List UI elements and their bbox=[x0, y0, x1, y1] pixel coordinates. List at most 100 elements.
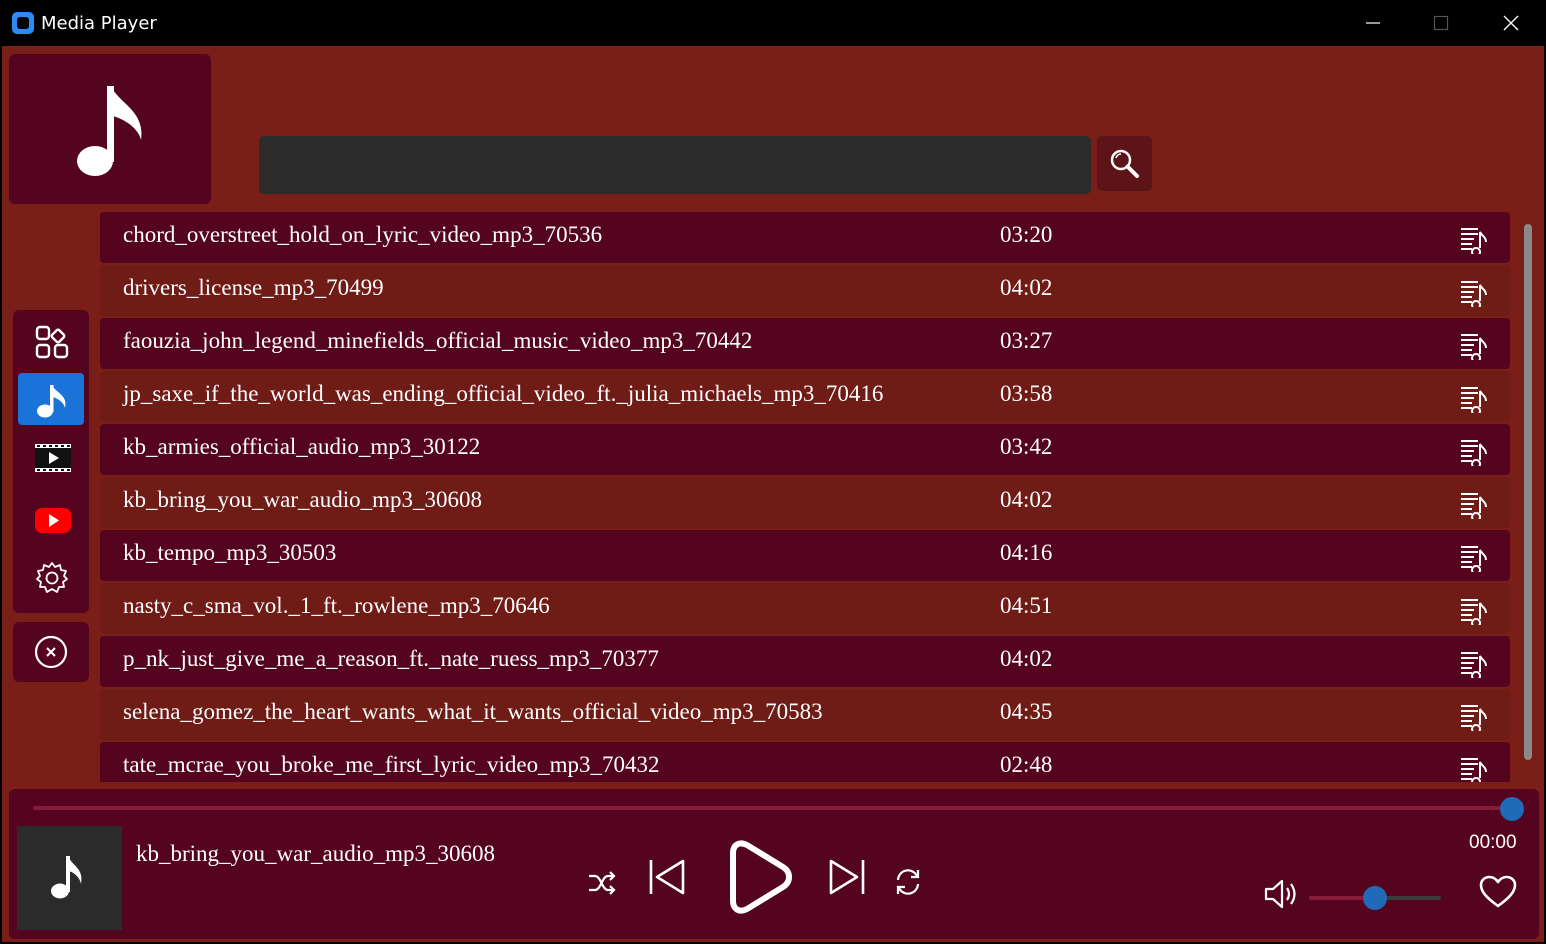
minimize-button[interactable] bbox=[1340, 0, 1406, 46]
youtube-icon bbox=[35, 508, 71, 533]
playlist-add-icon bbox=[1461, 228, 1487, 257]
track-row[interactable]: chord_overstreet_hold_on_lyric_video_mp3… bbox=[100, 212, 1510, 263]
playlist-add-icon bbox=[1461, 387, 1487, 416]
sidebar-item-video[interactable] bbox=[18, 431, 84, 483]
sidebar-item-youtube[interactable] bbox=[18, 493, 84, 545]
previous-button[interactable] bbox=[647, 857, 687, 902]
scrollbar[interactable] bbox=[1522, 224, 1534, 760]
playlist-add-icon bbox=[1461, 705, 1487, 734]
add-to-queue-button[interactable] bbox=[1458, 489, 1488, 524]
track-name: kb_tempo_mp3_30503 bbox=[123, 540, 337, 565]
search-button[interactable] bbox=[1097, 136, 1152, 191]
volume-icon bbox=[1264, 879, 1296, 909]
add-to-queue-button[interactable] bbox=[1458, 277, 1488, 312]
shuffle-button[interactable] bbox=[587, 871, 617, 900]
progress-knob[interactable] bbox=[1500, 797, 1524, 821]
track-duration: 04:16 bbox=[1000, 540, 1053, 565]
add-to-queue-button[interactable] bbox=[1458, 648, 1488, 683]
track-name: drivers_license_mp3_70499 bbox=[123, 275, 384, 300]
maximize-button[interactable] bbox=[1408, 0, 1474, 46]
play-icon bbox=[730, 840, 792, 914]
track-name: chord_overstreet_hold_on_lyric_video_mp3… bbox=[123, 222, 603, 247]
add-to-queue-button[interactable] bbox=[1458, 542, 1488, 577]
track-name: jp_saxe_if_the_world_was_ending_official… bbox=[123, 381, 884, 406]
volume-knob[interactable] bbox=[1363, 886, 1387, 910]
track-list: chord_overstreet_hold_on_lyric_video_mp3… bbox=[100, 212, 1510, 782]
track-row[interactable]: tate_mcrae_you_broke_me_first_lyric_vide… bbox=[100, 742, 1510, 782]
volume-button[interactable] bbox=[1263, 877, 1299, 916]
track-name: selena_gomez_the_heart_wants_what_it_wan… bbox=[123, 699, 823, 724]
next-button[interactable] bbox=[827, 857, 867, 902]
track-name: kb_bring_you_war_audio_mp3_30608 bbox=[123, 487, 483, 512]
track-duration: 04:35 bbox=[1000, 699, 1053, 724]
track-name: nasty_c_sma_vol._1_ft._rowlene_mp3_70646 bbox=[123, 593, 550, 618]
playlist-add-icon bbox=[1461, 599, 1487, 628]
sidebar-item-dashboard[interactable] bbox=[18, 315, 84, 367]
dashboard-icon bbox=[35, 325, 69, 359]
playlist-add-icon bbox=[1461, 493, 1487, 522]
track-name: tate_mcrae_you_broke_me_first_lyric_vide… bbox=[123, 752, 660, 777]
search-icon bbox=[1110, 149, 1139, 178]
repeat-button[interactable] bbox=[893, 867, 923, 902]
track-row[interactable]: kb_bring_you_war_audio_mp3_30608 04:02 bbox=[100, 477, 1510, 528]
sidebar bbox=[13, 310, 89, 613]
track-row[interactable]: selena_gomez_the_heart_wants_what_it_wan… bbox=[100, 689, 1510, 740]
search-input[interactable] bbox=[259, 136, 1091, 194]
track-row[interactable]: nasty_c_sma_vol._1_ft._rowlene_mp3_70646… bbox=[100, 583, 1510, 634]
playlist-add-icon bbox=[1461, 546, 1487, 575]
window-title: Media Player bbox=[41, 13, 157, 34]
playlist-add-icon bbox=[1461, 758, 1487, 782]
exit-button[interactable] bbox=[13, 622, 89, 682]
progress-bar[interactable] bbox=[33, 806, 1513, 810]
add-to-queue-button[interactable] bbox=[1458, 436, 1488, 471]
now-playing-cover bbox=[17, 826, 122, 930]
app-logo bbox=[9, 54, 211, 204]
track-duration: 04:02 bbox=[1000, 487, 1053, 512]
track-row[interactable]: faouzia_john_legend_minefields_official_… bbox=[100, 318, 1510, 369]
track-duration: 04:02 bbox=[1000, 275, 1053, 300]
volume-slider[interactable] bbox=[1309, 886, 1441, 910]
add-to-queue-button[interactable] bbox=[1458, 754, 1488, 782]
play-button[interactable] bbox=[719, 839, 795, 920]
track-duration: 02:48 bbox=[1000, 752, 1053, 777]
add-to-queue-button[interactable] bbox=[1458, 701, 1488, 736]
track-duration: 04:51 bbox=[1000, 593, 1053, 618]
track-name: kb_armies_official_audio_mp3_30122 bbox=[123, 434, 481, 459]
maximize-icon bbox=[1433, 15, 1449, 31]
track-duration: 03:27 bbox=[1000, 328, 1053, 353]
video-icon bbox=[35, 444, 71, 472]
skip-next-icon bbox=[829, 859, 865, 895]
track-row[interactable]: kb_armies_official_audio_mp3_30122 03:42 bbox=[100, 424, 1510, 475]
track-row[interactable]: drivers_license_mp3_70499 04:02 bbox=[100, 265, 1510, 316]
music-note-icon bbox=[51, 856, 82, 899]
track-row[interactable]: jp_saxe_if_the_world_was_ending_official… bbox=[100, 371, 1510, 422]
title-bar: Media Player bbox=[0, 0, 1546, 46]
heart-icon bbox=[1479, 875, 1517, 908]
settings-icon bbox=[36, 562, 68, 593]
track-row[interactable]: p_nk_just_give_me_a_reason_ft._nate_rues… bbox=[100, 636, 1510, 687]
playlist-add-icon bbox=[1461, 281, 1487, 310]
close-button[interactable] bbox=[1478, 0, 1544, 46]
close-circle-icon bbox=[34, 635, 68, 669]
player-bar: 00:00 kb_bring_you_war_audio_mp3_30608 bbox=[9, 789, 1539, 939]
now-playing-title: kb_bring_you_war_audio_mp3_30608 bbox=[136, 841, 496, 866]
track-name: p_nk_just_give_me_a_reason_ft._nate_rues… bbox=[123, 646, 659, 671]
add-to-queue-button[interactable] bbox=[1458, 224, 1488, 259]
track-duration: 03:58 bbox=[1000, 381, 1053, 406]
music-note-icon bbox=[77, 86, 142, 176]
track-row[interactable]: kb_tempo_mp3_30503 04:16 bbox=[100, 530, 1510, 581]
favorite-button[interactable] bbox=[1479, 875, 1517, 914]
close-icon bbox=[1503, 15, 1519, 31]
add-to-queue-button[interactable] bbox=[1458, 330, 1488, 365]
scrollbar-thumb[interactable] bbox=[1524, 224, 1532, 760]
track-duration: 03:20 bbox=[1000, 222, 1053, 247]
app-icon bbox=[12, 12, 34, 34]
music-note-icon bbox=[37, 385, 66, 418]
track-name: faouzia_john_legend_minefields_official_… bbox=[123, 328, 753, 353]
add-to-queue-button[interactable] bbox=[1458, 595, 1488, 630]
playlist-add-icon bbox=[1461, 334, 1487, 363]
sidebar-item-music[interactable] bbox=[18, 373, 84, 425]
add-to-queue-button[interactable] bbox=[1458, 383, 1488, 418]
sidebar-item-settings[interactable] bbox=[18, 551, 84, 603]
minimize-icon bbox=[1366, 22, 1380, 24]
